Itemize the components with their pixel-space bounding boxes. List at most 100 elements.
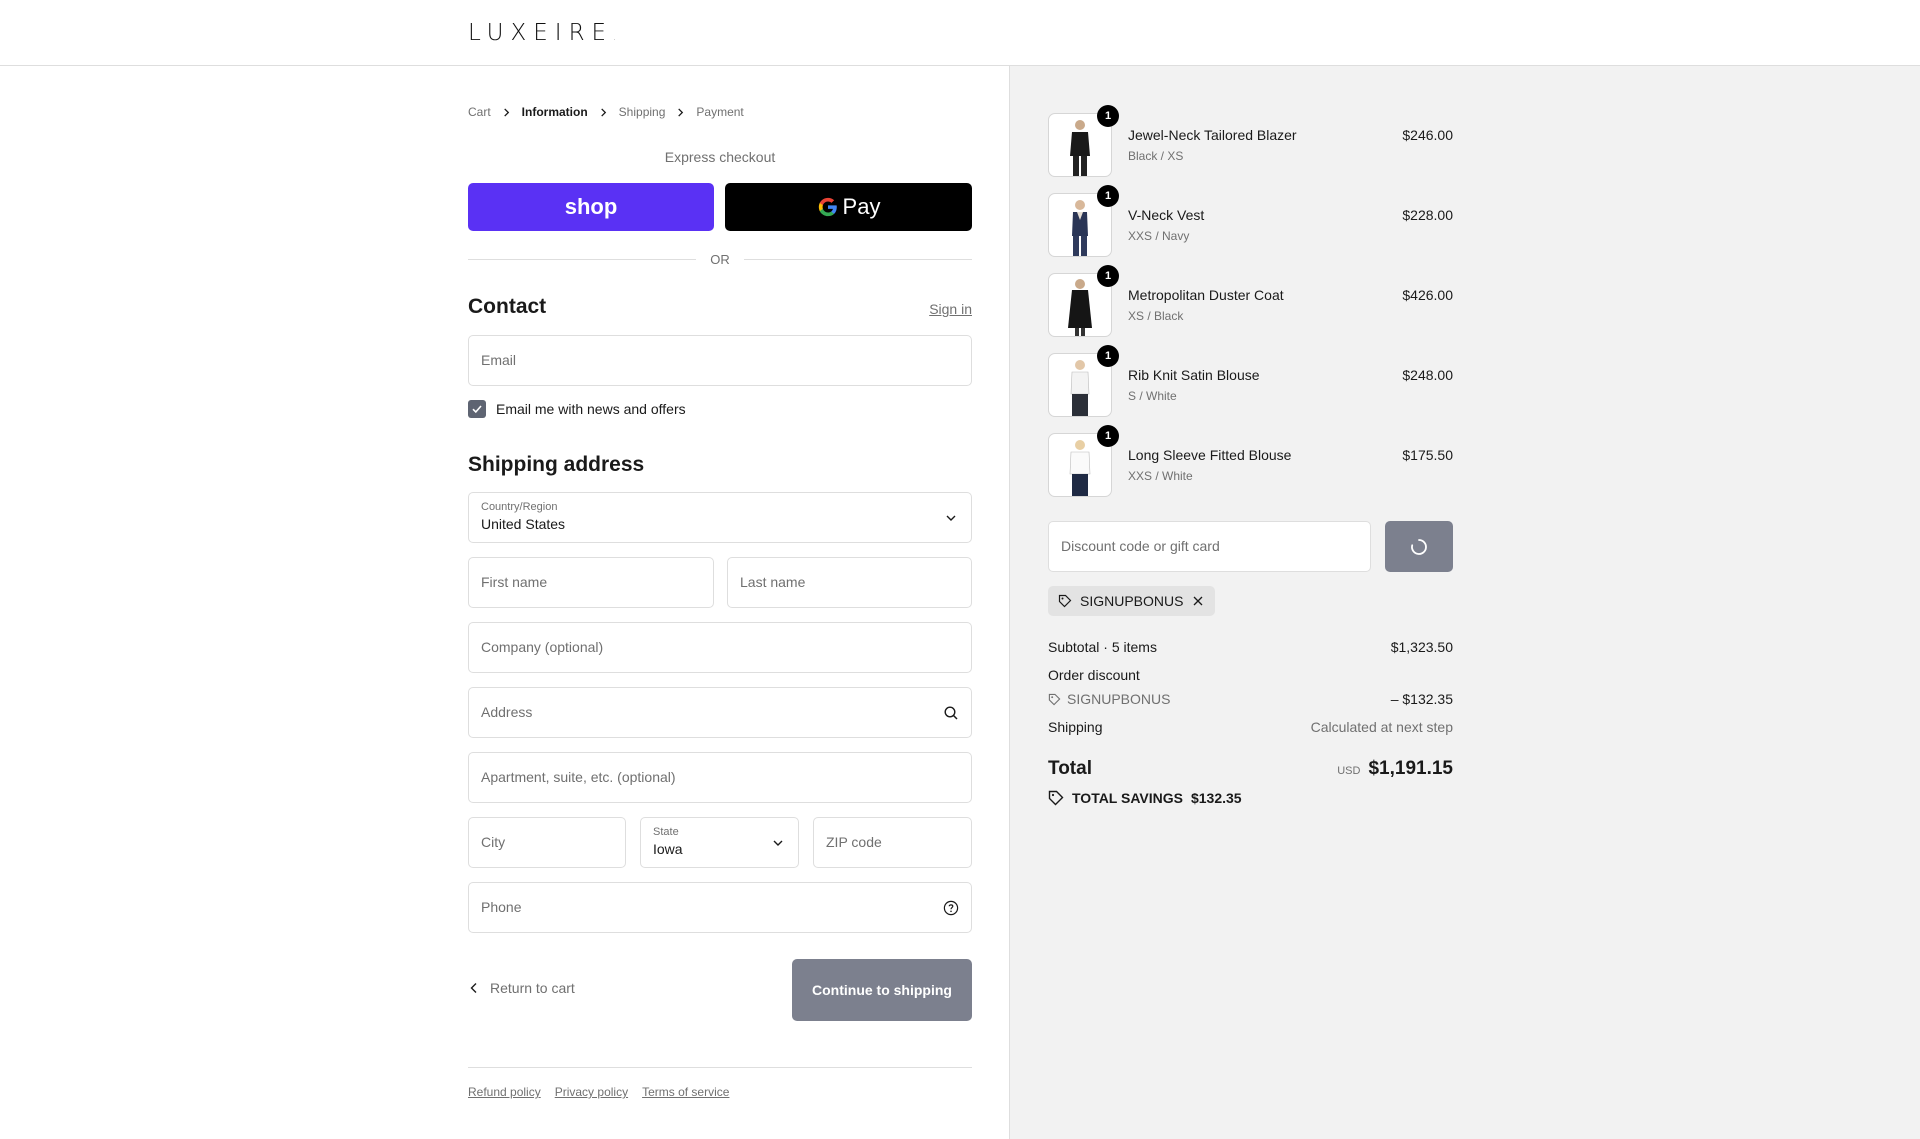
product-figure-icon <box>1070 360 1090 416</box>
breadcrumb-payment: Payment <box>696 105 744 119</box>
apartment-field[interactable]: Apartment, suite, etc. (optional) <box>468 752 972 803</box>
zip-placeholder: ZIP code <box>826 834 882 850</box>
item-variant: XXS / White <box>1128 469 1193 483</box>
discount-code-input[interactable]: Discount code or gift card <box>1048 521 1371 572</box>
chevron-left-icon <box>470 983 477 993</box>
last-name-field[interactable]: Last name <box>727 557 972 608</box>
checkmark-icon <box>472 405 482 414</box>
address-placeholder: Address <box>481 704 533 720</box>
brand-logo-text: LUXEIRE <box>468 20 614 46</box>
total-currency: USD <box>1337 765 1361 777</box>
subtotal-value: $1,323.50 <box>1390 639 1453 655</box>
google-pay-button[interactable]: Pay <box>725 183 972 231</box>
newsletter-checkbox[interactable] <box>468 400 486 418</box>
item-price: $426.00 <box>1402 287 1453 303</box>
item-price: $228.00 <box>1402 207 1453 223</box>
total-label: Total <box>1048 758 1092 779</box>
google-pay-label: Pay <box>842 194 881 219</box>
return-to-cart-link[interactable]: Return to cart <box>468 980 575 996</box>
company-field[interactable]: Company (optional) <box>468 622 972 673</box>
refund-policy-link[interactable]: Refund policy <box>468 1085 541 1099</box>
phone-field[interactable]: Phone <box>468 882 972 933</box>
zip-field[interactable]: ZIP code <box>813 817 972 868</box>
address-field[interactable]: Address <box>468 687 972 738</box>
breadcrumb-information: Information <box>521 105 588 119</box>
shop-pay-button[interactable]: shop <box>468 183 714 231</box>
continue-to-shipping-button[interactable]: Continue to shipping <box>792 959 972 1021</box>
shipping-value: Calculated at next step <box>1310 719 1453 735</box>
phone-placeholder: Phone <box>481 899 522 915</box>
chevron-right-icon <box>502 107 511 117</box>
quantity-badge: 1 <box>1097 425 1119 447</box>
subtotal-label: Subtotal · 5 items <box>1048 639 1157 655</box>
applied-code-label: SIGNUPBONUS <box>1080 593 1184 609</box>
shipping-label: Shipping <box>1048 719 1103 735</box>
order-discount-label: Order discount <box>1048 667 1140 683</box>
email-field[interactable]: Email <box>468 335 972 386</box>
order-discount-row: Order discount <box>1048 667 1453 683</box>
loading-spinner-icon <box>1411 538 1427 555</box>
country-label: Country/Region <box>481 501 558 513</box>
apartment-placeholder: Apartment, suite, etc. (optional) <box>481 769 676 785</box>
item-price: $248.00 <box>1402 367 1453 383</box>
total-savings-row: TOTAL SAVINGS $132.35 <box>1048 790 1242 806</box>
state-label: State <box>653 826 679 838</box>
quantity-badge: 1 <box>1097 265 1119 287</box>
cart-item: 1 Rib Knit Satin Blouse S / White $248.0… <box>1048 345 1453 417</box>
tag-icon <box>1048 693 1061 705</box>
cart-item: 1 Jewel-Neck Tailored Blazer Black / XS … <box>1048 105 1453 177</box>
city-placeholder: City <box>481 834 506 850</box>
footer-links: Refund policy Privacy policy Terms of se… <box>468 1085 729 1099</box>
shop-pay-label: shop <box>564 194 618 219</box>
first-name-field[interactable]: First name <box>468 557 714 608</box>
savings-value: $132.35 <box>1190 790 1242 806</box>
discount-code-label: SIGNUPBONUS <box>1067 691 1171 707</box>
tag-icon <box>1058 594 1072 608</box>
shipping-address-heading: Shipping address <box>468 453 645 476</box>
terms-of-service-link[interactable]: Terms of service <box>642 1085 729 1099</box>
item-name: Jewel-Neck Tailored Blazer <box>1128 127 1297 143</box>
country-value: United States <box>481 516 566 532</box>
item-name: Rib Knit Satin Blouse <box>1128 367 1260 383</box>
savings-label: TOTAL SAVINGS <box>1072 790 1183 806</box>
newsletter-label: Email me with news and offers <box>496 401 686 417</box>
chevron-right-icon <box>676 107 685 117</box>
item-price: $246.00 <box>1402 127 1453 143</box>
country-select[interactable]: Country/Region United States <box>468 492 972 543</box>
cart-item: 1 V-Neck Vest XXS / Navy $228.00 <box>1048 185 1453 257</box>
item-variant: S / White <box>1128 389 1177 403</box>
chevron-right-icon <box>599 107 608 117</box>
or-label: OR <box>710 251 730 267</box>
search-icon <box>944 706 958 720</box>
sign-in-link[interactable]: Sign in <box>929 301 972 317</box>
item-variant: XS / Black <box>1128 309 1184 323</box>
company-placeholder: Company (optional) <box>481 639 604 655</box>
quantity-badge: 1 <box>1097 345 1119 367</box>
newsletter-checkbox-row[interactable]: Email me with news and offers <box>468 400 686 418</box>
last-name-placeholder: Last name <box>740 574 806 590</box>
subtotal-row: Subtotal · 5 items $1,323.50 <box>1048 639 1453 655</box>
product-figure-icon <box>1069 440 1091 496</box>
product-figure-icon <box>1068 279 1092 336</box>
item-variant: XXS / Navy <box>1128 229 1190 243</box>
help-circle-icon[interactable] <box>943 900 959 916</box>
site-header: LUXEIRE. <box>0 0 1920 66</box>
city-field[interactable]: City <box>468 817 626 868</box>
state-select[interactable]: State Iowa <box>640 817 799 868</box>
item-variant: Black / XS <box>1128 149 1184 163</box>
product-figure-icon <box>1072 200 1088 256</box>
breadcrumb-cart[interactable]: Cart <box>468 105 491 119</box>
shipping-row: Shipping Calculated at next step <box>1048 719 1453 735</box>
privacy-policy-link[interactable]: Privacy policy <box>555 1085 628 1099</box>
breadcrumb: Cart Information Shipping Payment <box>468 105 744 119</box>
close-icon[interactable] <box>1191 594 1205 608</box>
total-amount: $1,191.15 <box>1368 758 1453 779</box>
continue-label: Continue to shipping <box>812 982 952 998</box>
brand-logo[interactable]: LUXEIRE. <box>468 20 616 46</box>
apply-discount-button[interactable] <box>1385 521 1453 572</box>
item-price: $175.50 <box>1402 447 1453 463</box>
email-placeholder: Email <box>481 352 517 368</box>
breadcrumb-shipping: Shipping <box>618 105 666 119</box>
quantity-badge: 1 <box>1097 185 1119 207</box>
chevron-down-icon <box>773 840 783 846</box>
